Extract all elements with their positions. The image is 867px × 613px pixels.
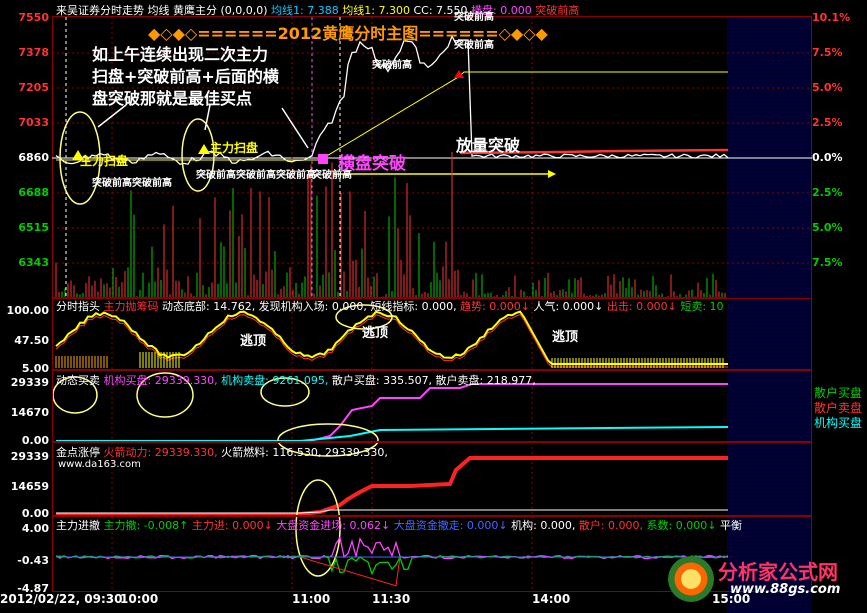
breakout-marker <box>318 154 328 164</box>
panel3-header-item: 机构卖盘: 9261.095, <box>217 374 329 387</box>
time-tick: 2012/02/22, 09:30 <box>0 592 123 606</box>
panel4-header-item: 火箭燃料: 116.530, <box>217 446 322 459</box>
time-tick: 10:00 <box>120 592 159 606</box>
axis-tick: 14670 <box>10 406 49 419</box>
axis-tick: 100.00 <box>6 304 49 317</box>
time-tick: 11:30 <box>372 592 411 606</box>
panel2-header-item: 趋势: 0.000↓ <box>456 300 530 313</box>
axis-tick: 14659 <box>10 480 49 493</box>
escape-label-2: 逃顶 <box>362 326 389 341</box>
panel5-header-item: 大盘资金撤走: 0.000↓ <box>390 519 508 532</box>
label-break-5: 突破前高 <box>454 40 494 51</box>
panel5-header-item: 系数: 0.000↓ <box>643 519 717 532</box>
panel4-header-item: 金点涨停 <box>56 446 100 459</box>
indicator-panel-top-header: 分时指头 主力抛筹码 动态底部: 14.762, 发现机构入场: 0.000, … <box>56 298 724 314</box>
axis-tick: 5.00 <box>21 362 49 375</box>
axis-tick: -0.43 <box>17 554 49 567</box>
watermark-logo <box>668 556 714 602</box>
panel2-header-item: 人气: 0.000↓ <box>529 300 604 313</box>
panel2-header-item: 短卖: 10 <box>676 300 724 313</box>
buy-sell-legend: 散户买盘 散户卖盘 机构买盘 <box>814 386 862 431</box>
label-break-4: 突破前高 <box>372 60 412 71</box>
panel2-header-item: 发现机构入场: 0.000, <box>255 300 367 313</box>
strategy-note: 如上午连续出现二次主力 扫盘+突破前高+后面的横 盘突破那就是最佳买点 <box>92 45 279 108</box>
legend-item: 散户买盘 <box>814 386 863 400</box>
panel5-header-item: 主力进: 0.000↓ <box>188 519 273 532</box>
panel2-header-item: 短线指标: 0.000, <box>366 300 457 313</box>
arrow-head <box>548 170 556 178</box>
time-tick: 11:00 <box>292 592 331 606</box>
panel5-header-item: 机构: 0.000, <box>507 519 576 532</box>
legend-item: 机构买盘 <box>814 416 863 430</box>
axis-tick: 29339 <box>10 376 49 389</box>
label-main-sweep-2: 主力扫盘 <box>210 141 259 155</box>
axis-tick: 0.00 <box>21 434 49 447</box>
site-label: www.da163.com <box>58 459 141 470</box>
time-tick: 14:00 <box>532 592 571 606</box>
triangle-marker <box>198 144 210 154</box>
panel5-header-item: 主力撤: -0.008↑ <box>100 519 189 532</box>
panel4-header-item: 29339.330, <box>321 446 388 459</box>
panel3-header-item: 动态买卖 <box>56 374 100 387</box>
triangle-marker <box>454 70 464 78</box>
panel2-header-item: 分时指头 <box>56 300 100 313</box>
legend-item: 散户卖盘 <box>814 401 863 415</box>
label-break-6: 突破前高 <box>454 12 494 23</box>
label-horizontal-breakout: 横盘突破 <box>338 154 406 174</box>
rocket-panel-header: 金点涨停 火箭动力: 29339.330, 火箭燃料: 116.530, 293… <box>56 444 388 460</box>
axis-tick: 29339 <box>10 450 49 463</box>
label-main-sweep-1: 主力扫盘 <box>80 154 129 168</box>
axis-tick: 47.50 <box>14 334 49 347</box>
axis-tick: 0.00 <box>21 507 49 520</box>
panel2-header-item: 动态底部: 14.762, <box>158 300 256 313</box>
panel5-header-item: 大盘资金进场: 0.062↓ <box>272 519 391 532</box>
escape-label-3: 逃顶 <box>552 330 579 345</box>
capital-flow-panel-header: 主力进撤 主力撤: -0.008↑ 主力进: 0.000↓ 大盘资金进场: 0.… <box>56 517 742 533</box>
arrow <box>281 107 309 149</box>
axis-tick: 4.00 <box>21 522 49 535</box>
panel3-header-item: 散户买盘: 335.507, <box>328 374 433 387</box>
buy-sell-panel-header: 动态买卖 机构买盘: 29339.330, 机构卖盘: 9261.095, 散户… <box>56 372 536 388</box>
panel5-header-item: 平衡 <box>716 519 742 532</box>
escape-label-1: 逃顶 <box>240 334 267 349</box>
panel3-header-item: 散户卖盘: 218.977, <box>432 374 536 387</box>
panel5-header-item: 散户: 0.000, <box>575 519 644 532</box>
watermark-url: www.88gs.com <box>730 582 841 597</box>
panel5-header-item: 主力进撤 <box>56 519 100 532</box>
label-volume-breakout: 放量突破 <box>456 136 521 155</box>
panel3-header-item: 机构买盘: 29339.330, <box>100 374 218 387</box>
label-break-2: 突破前高突破前高突破前高 <box>196 170 316 181</box>
watermark-name: 分析家公式网 <box>718 560 838 584</box>
panel2-header-item: 出击: 0.000↓ <box>603 300 677 313</box>
label-break-1: 突破前高突破前高 <box>92 178 172 189</box>
panel2-header-item: 主力抛筹码 <box>100 300 159 313</box>
panel4-header-item: 火箭动力: 29339.330, <box>100 446 218 459</box>
